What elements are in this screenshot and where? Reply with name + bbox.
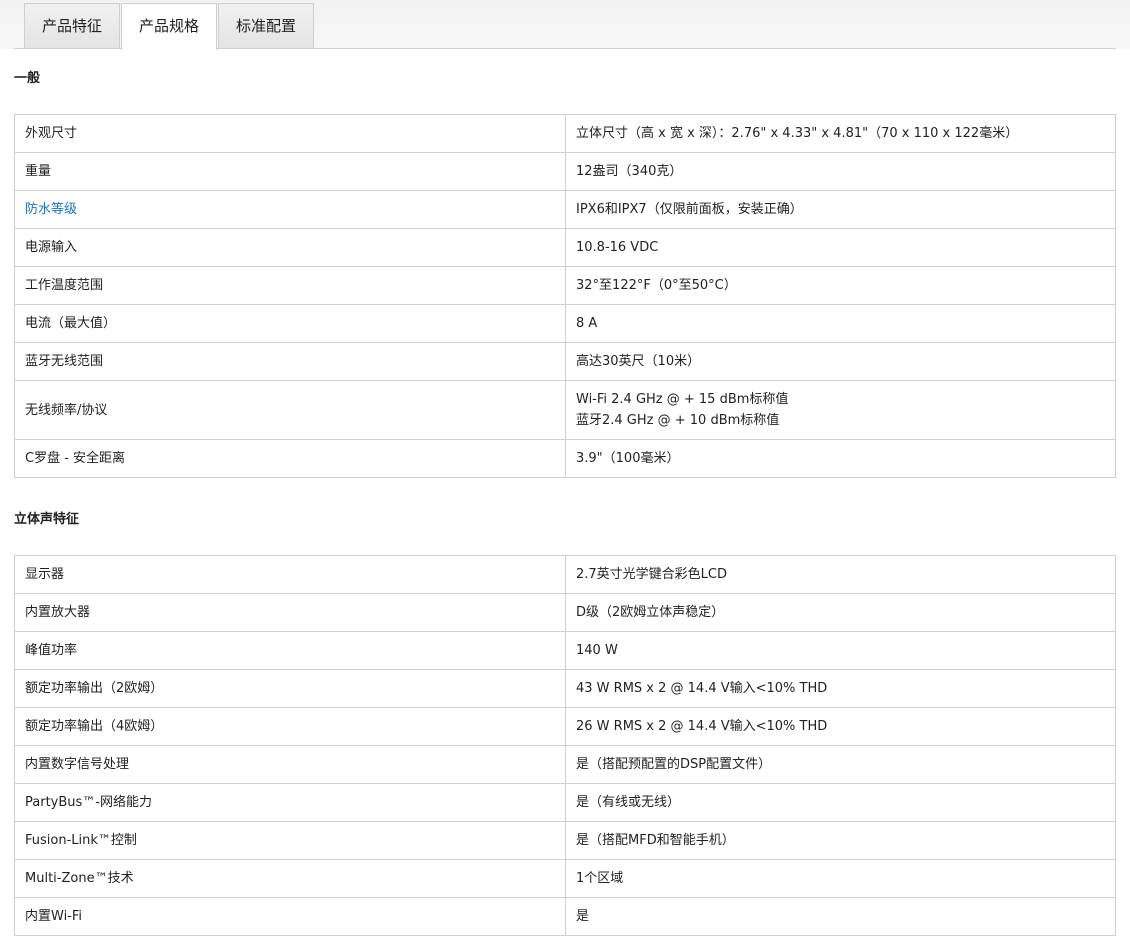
- spec-value: 是（有线或无线）: [565, 783, 1116, 822]
- spec-label: 电源输入: [14, 228, 566, 267]
- spec-label: 重量: [14, 152, 566, 191]
- spec-value: 10.8-16 VDC: [565, 228, 1116, 267]
- table-row: 电源输入 10.8-16 VDC: [14, 228, 1116, 267]
- spec-label: 额定功率输出（2欧姆）: [14, 669, 566, 708]
- spec-value: 是: [565, 897, 1116, 936]
- table-row: 内置Wi-Fi 是: [14, 897, 1116, 936]
- spec-label: 额定功率输出（4欧姆）: [14, 707, 566, 746]
- spec-value: 是（搭配MFD和智能手机）: [565, 821, 1116, 860]
- table-row: 额定功率输出（2欧姆） 43 W RMS x 2 @ 14.4 V输入<10% …: [14, 669, 1116, 708]
- spec-label: 峰值功率: [14, 631, 566, 670]
- tab-product-features[interactable]: 产品特征: [24, 3, 120, 48]
- spec-value: 立体尺寸（高 x 宽 x 深）：2.76" x 4.33" x 4.81"（70…: [565, 114, 1116, 153]
- spec-value-cell: Wi-Fi 2.4 GHz @ + 15 dBm标称值 蓝牙2.4 GHz @ …: [565, 380, 1116, 440]
- spec-value: 1个区域: [565, 859, 1116, 898]
- waterproof-rating-link[interactable]: 防水等级: [25, 202, 77, 217]
- table-row: 防水等级 IPX6和IPX7（仅限前面板，安装正确）: [14, 190, 1116, 229]
- spec-value: 高达30英尺（10米）: [565, 342, 1116, 381]
- spec-label: PartyBus™-网络能力: [14, 783, 566, 822]
- tab-standard-config[interactable]: 标准配置: [218, 3, 314, 48]
- spec-label: 内置数字信号处理: [14, 745, 566, 784]
- section-title-stereo: 立体声特征: [14, 512, 80, 527]
- spec-value: 8 A: [565, 304, 1116, 343]
- spec-value: 43 W RMS x 2 @ 14.4 V输入<10% THD: [565, 669, 1116, 708]
- spec-value-line: 蓝牙2.4 GHz @ + 10 dBm标称值: [576, 413, 780, 428]
- spec-label: 电流（最大值）: [14, 304, 566, 343]
- table-row: 内置数字信号处理 是（搭配预配置的DSP配置文件）: [14, 745, 1116, 784]
- spec-label: 无线频率/协议: [14, 380, 566, 440]
- spec-value: 12盎司（340克）: [565, 152, 1116, 191]
- table-row: 电流（最大值） 8 A: [14, 304, 1116, 343]
- spec-label: 工作温度范围: [14, 266, 566, 305]
- spec-label: 显示器: [14, 555, 566, 594]
- general-spec-table: 外观尺寸 立体尺寸（高 x 宽 x 深）：2.76" x 4.33" x 4.8…: [14, 114, 1116, 478]
- spec-value: 2.7英寸光学键合彩色LCD: [565, 555, 1116, 594]
- spec-label: 内置Wi-Fi: [14, 897, 566, 936]
- spec-value: 是（搭配预配置的DSP配置文件）: [565, 745, 1116, 784]
- spec-label-cell: 防水等级: [14, 190, 566, 229]
- spec-label: 外观尺寸: [14, 114, 566, 153]
- spec-value: 32°至122°F（0°至50°C）: [565, 266, 1116, 305]
- table-row: 无线频率/协议 Wi-Fi 2.4 GHz @ + 15 dBm标称值 蓝牙2.…: [14, 380, 1116, 440]
- spec-label: 蓝牙无线范围: [14, 342, 566, 381]
- table-row: 额定功率输出（4欧姆） 26 W RMS x 2 @ 14.4 V输入<10% …: [14, 707, 1116, 746]
- table-row: 显示器 2.7英寸光学键合彩色LCD: [14, 555, 1116, 594]
- spec-value: IPX6和IPX7（仅限前面板，安装正确）: [565, 190, 1116, 229]
- table-row: 外观尺寸 立体尺寸（高 x 宽 x 深）：2.76" x 4.33" x 4.8…: [14, 114, 1116, 153]
- spec-label: 内置放大器: [14, 593, 566, 632]
- table-row: Multi-Zone™技术 1个区域: [14, 859, 1116, 898]
- spec-label: Multi-Zone™技术: [14, 859, 566, 898]
- table-row: 峰值功率 140 W: [14, 631, 1116, 670]
- spec-label: C罗盘 - 安全距离: [14, 439, 566, 478]
- spec-value: 26 W RMS x 2 @ 14.4 V输入<10% THD: [565, 707, 1116, 746]
- table-row: 蓝牙无线范围 高达30英尺（10米）: [14, 342, 1116, 381]
- spec-label: Fusion-Link™控制: [14, 821, 566, 860]
- spec-value: 140 W: [565, 631, 1116, 670]
- table-row: PartyBus™-网络能力 是（有线或无线）: [14, 783, 1116, 822]
- table-row: Fusion-Link™控制 是（搭配MFD和智能手机）: [14, 821, 1116, 860]
- table-row: C罗盘 - 安全距离 3.9"（100毫米）: [14, 439, 1116, 478]
- stereo-spec-table: 显示器 2.7英寸光学键合彩色LCD 内置放大器 D级（2欧姆立体声稳定） 峰值…: [14, 555, 1116, 936]
- tab-product-specs[interactable]: 产品规格: [121, 3, 217, 50]
- table-row: 内置放大器 D级（2欧姆立体声稳定）: [14, 593, 1116, 632]
- section-title-general: 一般: [14, 71, 41, 86]
- spec-value-line: Wi-Fi 2.4 GHz @ + 15 dBm标称值: [576, 392, 789, 407]
- table-row: 重量 12盎司（340克）: [14, 152, 1116, 191]
- spec-value: D级（2欧姆立体声稳定）: [565, 593, 1116, 632]
- table-row: 工作温度范围 32°至122°F（0°至50°C）: [14, 266, 1116, 305]
- spec-value: 3.9"（100毫米）: [565, 439, 1116, 478]
